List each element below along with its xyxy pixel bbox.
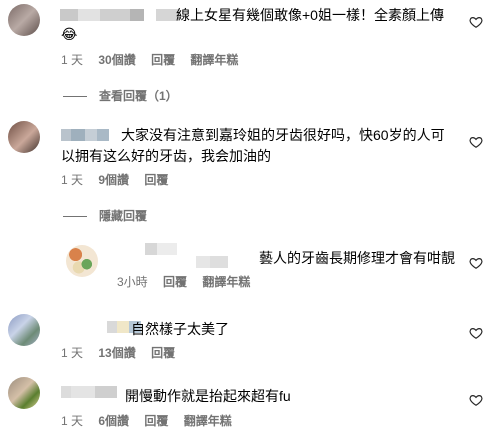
- avatar[interactable]: [8, 314, 40, 346]
- translate-button[interactable]: 翻譯年糕: [190, 53, 238, 67]
- heart-icon[interactable]: [469, 256, 483, 270]
- username-redacted[interactable]: [61, 126, 109, 144]
- reply-button[interactable]: 回覆: [151, 346, 175, 360]
- avatar[interactable]: [8, 4, 40, 36]
- reply-button[interactable]: 回覆: [163, 275, 187, 289]
- username-redacted[interactable]: [60, 6, 181, 24]
- likes-count[interactable]: 6個讚: [98, 414, 129, 428]
- comment-time: 1 天: [61, 346, 84, 360]
- comment-time: 1 天: [61, 173, 84, 187]
- reply-button[interactable]: 回覆: [144, 173, 168, 187]
- divider-line: [63, 216, 87, 218]
- username-redacted[interactable]: [196, 253, 228, 271]
- avatar[interactable]: [8, 121, 40, 153]
- view-replies-button[interactable]: 查看回覆（1）: [63, 88, 190, 104]
- comment-time: 1 天: [61, 414, 84, 428]
- heart-icon[interactable]: [469, 135, 483, 149]
- comment-text-line2: 😂: [61, 26, 78, 42]
- comment-meta: 1 天 30個讚 回覆 翻譯年糕: [61, 52, 250, 68]
- reply-button[interactable]: 回覆: [144, 414, 168, 428]
- comment-text: 開慢動作就是抬起來超有fu: [125, 388, 291, 404]
- divider-line: [63, 96, 87, 98]
- reply-button[interactable]: 回覆: [151, 53, 175, 67]
- likes-count[interactable]: 9個讚: [98, 173, 129, 187]
- avatar[interactable]: [66, 245, 98, 277]
- heart-icon[interactable]: [469, 326, 483, 340]
- likes-count[interactable]: 13個讚: [98, 346, 135, 360]
- comment-meta: 1 天 6個讚 回覆 翻譯年糕: [61, 413, 244, 429]
- translate-button[interactable]: 翻譯年糕: [202, 275, 250, 289]
- comment-text: 自然樣子太美了: [131, 321, 229, 337]
- comment-time: 1 天: [61, 53, 84, 67]
- hide-replies-button[interactable]: 隱藏回覆: [63, 208, 159, 224]
- reply-time: 3小時: [117, 275, 148, 289]
- comment-text: 大家没有注意到嘉玲姐的牙齿很好吗，快60岁的人可: [121, 127, 445, 143]
- translate-button[interactable]: 翻譯年糕: [184, 414, 232, 428]
- comment-text: 線上女星有幾個敢像+0姐一樣！全素顏上傳: [176, 7, 444, 23]
- comment-meta: 1 天 13個讚 回覆: [61, 345, 187, 361]
- username-redacted[interactable]: [145, 240, 177, 258]
- heart-icon[interactable]: [469, 15, 483, 29]
- likes-count[interactable]: 30個讚: [98, 53, 135, 67]
- username-redacted[interactable]: [61, 383, 117, 401]
- heart-icon[interactable]: [469, 393, 483, 407]
- avatar[interactable]: [8, 377, 40, 409]
- comment-text-line2: 以拥有这么好的牙齿，我会加油的: [61, 148, 271, 164]
- comment-meta: 1 天 9個讚 回覆: [61, 172, 180, 188]
- reply-text: 藝人的牙齒長期修理才會有咁靚: [259, 250, 455, 266]
- reply-meta: 3小時 回覆 翻譯年糕: [117, 274, 262, 290]
